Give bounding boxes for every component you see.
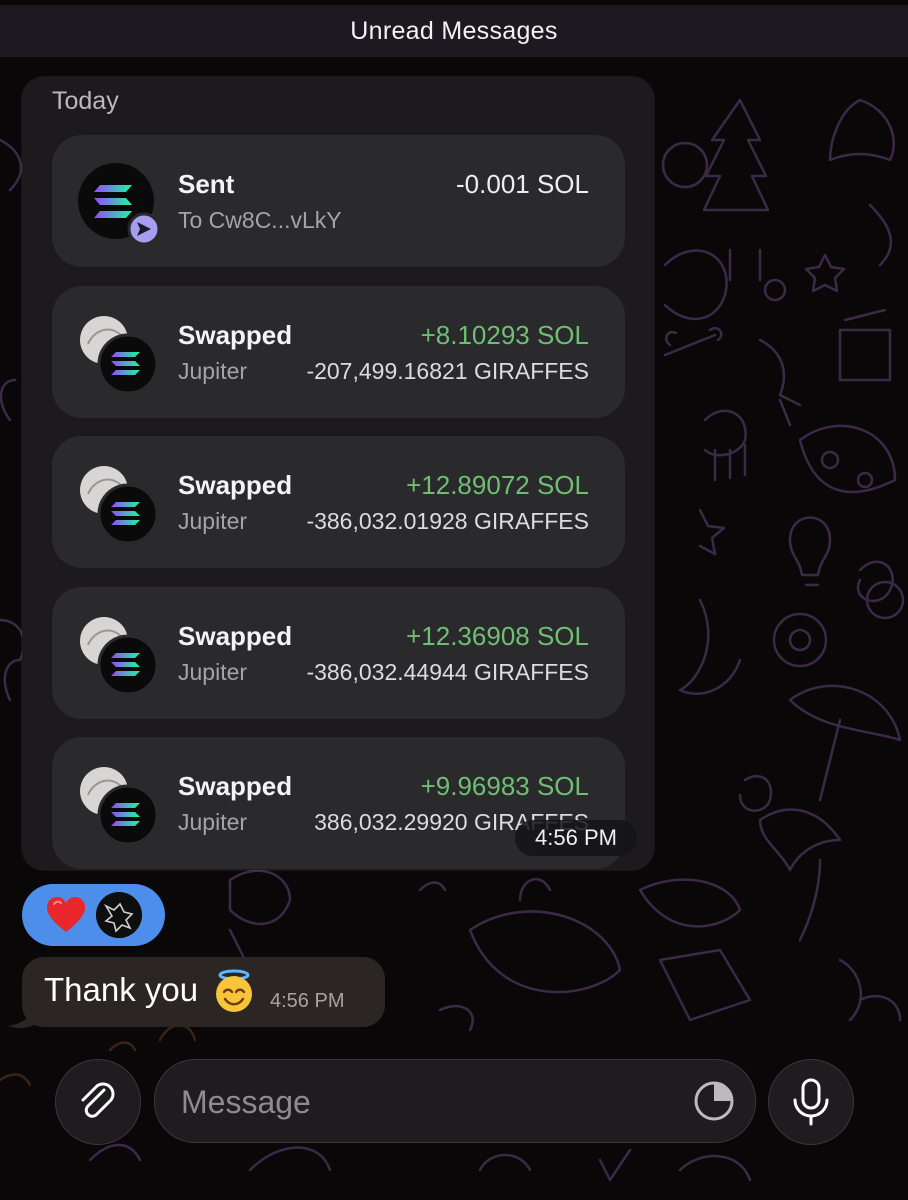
transaction-row[interactable]: Swapped Jupiter +8.10293 SOL -207,499.16… (52, 286, 625, 418)
sticker-icon[interactable] (693, 1080, 735, 1122)
reaction-chip[interactable] (22, 884, 165, 946)
message-text: Thank you (44, 971, 199, 1008)
paperclip-icon (81, 1082, 115, 1118)
solana-send-icon (78, 163, 158, 243)
transaction-type: Swapped (178, 621, 293, 651)
transaction-type: Swapped (178, 320, 293, 350)
transaction-row[interactable]: Swapped Jupiter +12.89072 SOL -386,032.0… (52, 436, 625, 568)
transaction-amount: -0.001 SOL (456, 169, 589, 199)
reactor-avatar-image (96, 892, 142, 938)
unread-messages-banner: Unread Messages (0, 5, 908, 57)
transaction-row[interactable]: Swapped Jupiter +12.36908 SOL -386,032.4… (52, 587, 625, 719)
transaction-token-amount: -207,499.16821 GIRAFFES (306, 358, 589, 384)
transaction-counterparty: Jupiter (178, 659, 248, 685)
transaction-counterparty: To Cw8C...vLkY (178, 207, 342, 233)
angel-face-icon (216, 969, 252, 1012)
transaction-counterparty: Jupiter (178, 358, 248, 384)
microphone-icon (793, 1078, 829, 1126)
swap-token-icon (80, 767, 158, 845)
wallet-activity-message[interactable]: Today Sent To Cw8C...vLkY -0.001 SOL Swa… (22, 77, 654, 870)
transaction-amount: +12.89072 SOL (406, 470, 589, 500)
transaction-amount: +9.96983 SOL (420, 771, 589, 801)
attach-button[interactable] (55, 1059, 141, 1145)
swap-token-icon (80, 316, 158, 394)
transaction-type: Swapped (178, 470, 293, 500)
message-timestamp: 4:56 PM (270, 990, 345, 1012)
avatar (96, 892, 142, 938)
transaction-amount: +8.10293 SOL (420, 320, 589, 350)
transaction-row[interactable]: Sent To Cw8C...vLkY -0.001 SOL (52, 135, 625, 267)
unread-messages-label: Unread Messages (350, 16, 558, 45)
microphone-button[interactable] (768, 1059, 854, 1145)
message-composer[interactable] (154, 1059, 756, 1144)
transaction-type: Sent (178, 169, 235, 199)
swap-token-icon (80, 617, 158, 695)
message-timestamp: 4:56 PM (515, 820, 637, 856)
transaction-counterparty: Jupiter (178, 809, 248, 835)
heart-icon (47, 897, 85, 932)
transaction-token-amount: -386,032.44944 GIRAFFES (306, 659, 589, 685)
swap-token-icon (80, 466, 158, 544)
transaction-amount: +12.36908 SOL (406, 621, 589, 651)
transaction-token-amount: -386,032.01928 GIRAFFES (306, 508, 589, 534)
message-input[interactable] (179, 1060, 663, 1144)
transaction-type: Swapped (178, 771, 293, 801)
incoming-message-bubble[interactable]: Thank you 4:56 PM (22, 957, 385, 1027)
date-label: Today (52, 87, 119, 115)
transaction-counterparty: Jupiter (178, 508, 248, 534)
